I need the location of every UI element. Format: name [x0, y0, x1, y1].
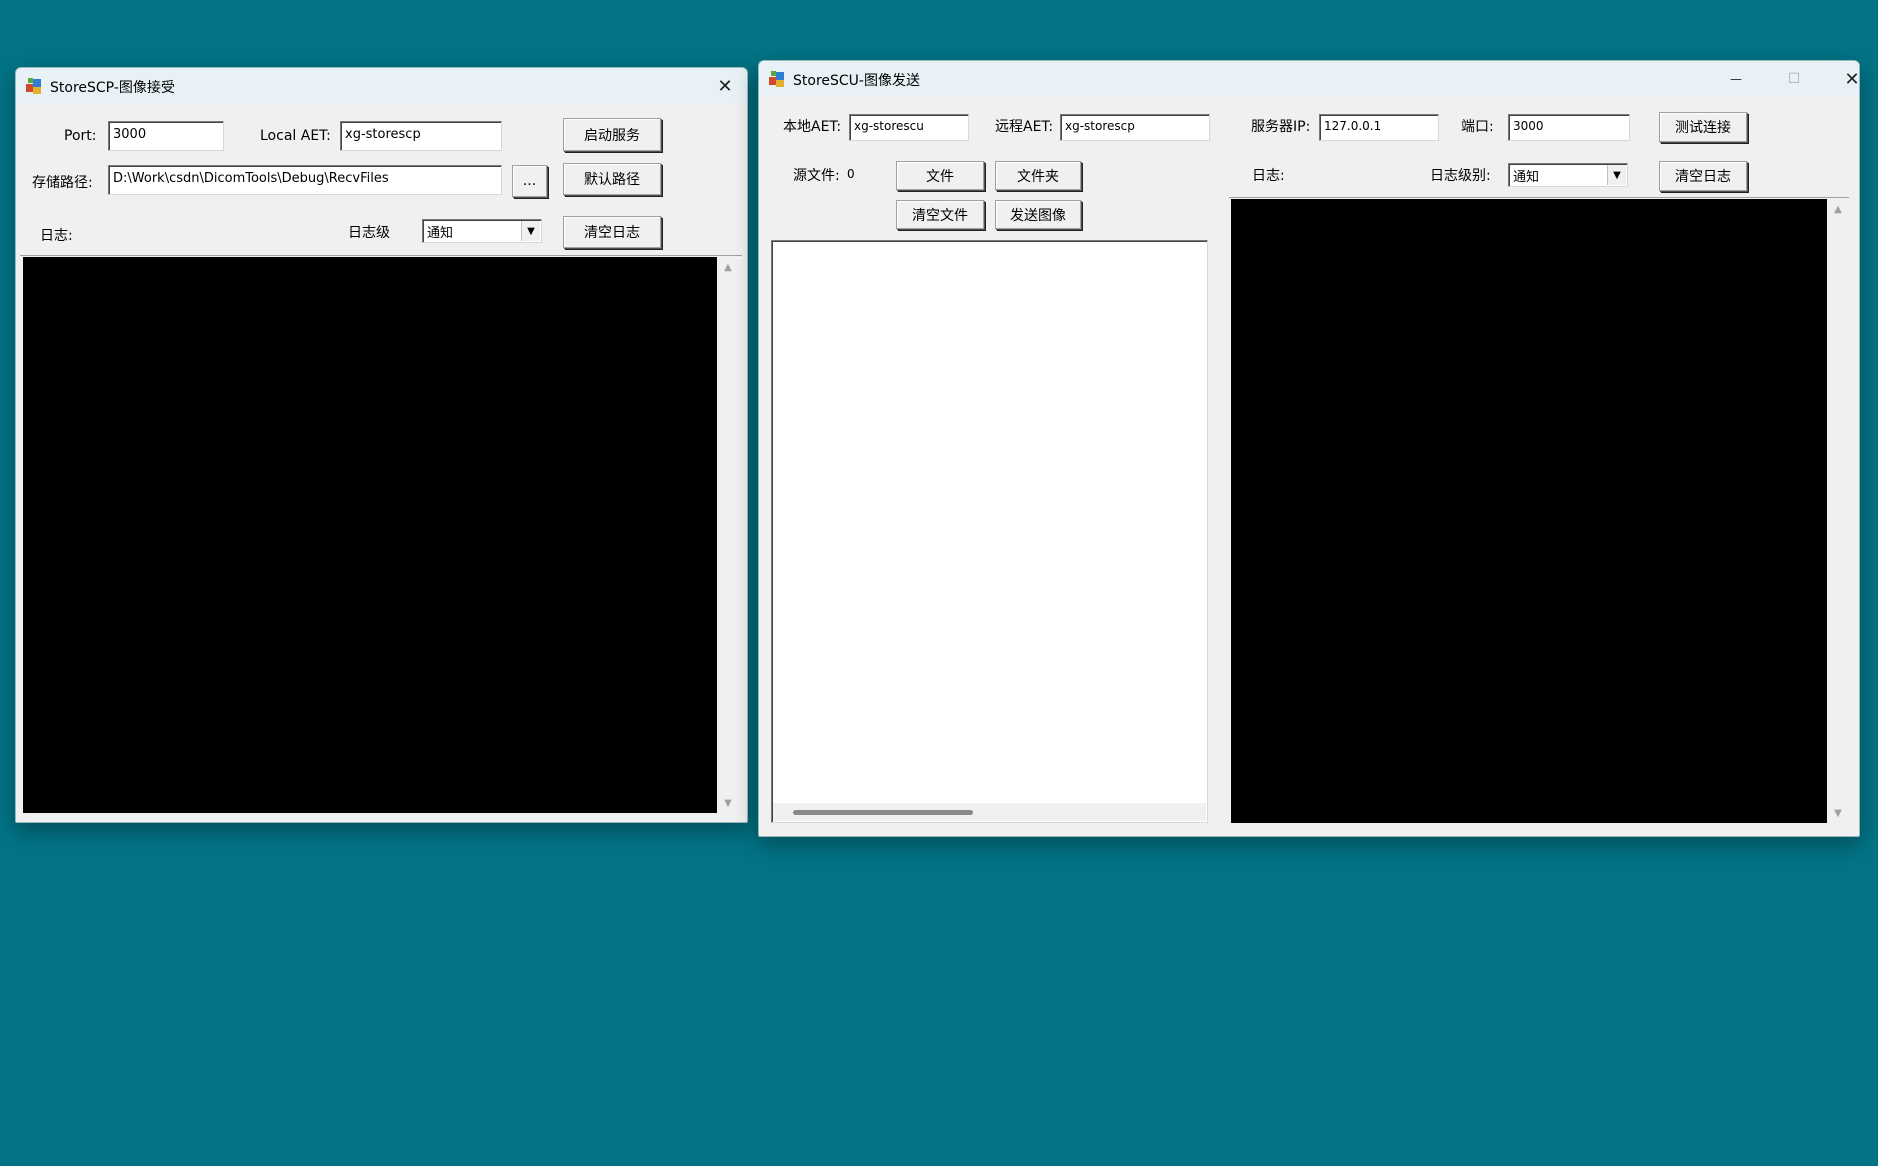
chevron-down-icon[interactable]: ▼	[1607, 165, 1626, 185]
source-files-count: 0	[847, 167, 855, 181]
scroll-up-icon[interactable]: ▲	[1829, 201, 1847, 217]
log-output[interactable]	[23, 257, 717, 813]
file-list-hscrollbar[interactable]	[773, 803, 1206, 821]
file-button[interactable]: 文件	[896, 161, 984, 190]
test-connection-button[interactable]: 测试连接	[1659, 112, 1747, 142]
log-level-value: 通知	[1513, 170, 1540, 185]
local-aet-input[interactable]: xg-storescp	[340, 121, 502, 151]
log-level-value: 通知	[427, 226, 454, 241]
close-icon[interactable]: ✕	[702, 68, 747, 104]
source-files-label: 源文件:	[793, 168, 840, 184]
log-level-select[interactable]: 通知 ▼	[1508, 163, 1628, 187]
log-level-select[interactable]: 通知 ▼	[422, 219, 542, 243]
close-icon[interactable]: ✕	[1829, 61, 1859, 97]
log-output[interactable]	[1231, 199, 1827, 823]
storage-path-label: 存储路径:	[32, 175, 93, 191]
chevron-down-icon[interactable]: ▼	[521, 221, 540, 241]
log-level-label: 日志级	[348, 225, 390, 241]
clear-files-button[interactable]: 清空文件	[896, 200, 984, 229]
start-service-button[interactable]: 启动服务	[563, 118, 661, 151]
log-scrollbar[interactable]: ▲ ▼	[719, 257, 737, 813]
default-path-button[interactable]: 默认路径	[563, 163, 661, 195]
maximize-icon[interactable]: ☐	[1771, 61, 1817, 97]
port-label: Port:	[64, 128, 97, 144]
window-title: StoreSCP-图像接受	[50, 80, 175, 96]
storescp-window: StoreSCP-图像接受 ✕ Port: 3000 Local AET: xg…	[15, 67, 748, 823]
server-ip-input[interactable]: 127.0.0.1	[1319, 114, 1439, 141]
port-input[interactable]: 3000	[108, 121, 224, 151]
storescp-titlebar[interactable]: StoreSCP-图像接受 ✕	[16, 68, 747, 104]
log-scrollbar[interactable]: ▲ ▼	[1829, 199, 1847, 823]
scroll-down-icon[interactable]: ▼	[1829, 805, 1847, 821]
source-file-list[interactable]	[771, 240, 1208, 823]
scroll-down-icon[interactable]: ▼	[719, 795, 737, 811]
log-level-label: 日志级别:	[1430, 168, 1491, 184]
remote-aet-input[interactable]: xg-storescp	[1060, 114, 1210, 141]
port-label: 端口:	[1461, 119, 1494, 135]
port-input[interactable]: 3000	[1508, 114, 1630, 141]
local-aet-input[interactable]: xg-storescu	[849, 114, 969, 141]
local-aet-label: 本地AET:	[783, 119, 842, 135]
app-icon	[26, 78, 41, 94]
storescu-titlebar[interactable]: StoreSCU-图像发送 — ☐ ✕	[759, 61, 1859, 97]
hscroll-thumb[interactable]	[793, 810, 973, 815]
local-aet-label: Local AET:	[260, 128, 331, 144]
browse-button[interactable]: ...	[512, 165, 547, 197]
log-label: 日志:	[1252, 168, 1285, 184]
log-label: 日志:	[40, 228, 73, 244]
storage-path-input[interactable]: D:\Work\csdn\DicomTools\Debug\RecvFiles	[108, 165, 502, 195]
minimize-icon[interactable]: —	[1713, 61, 1759, 97]
clear-log-button[interactable]: 清空日志	[563, 216, 661, 248]
scroll-up-icon[interactable]: ▲	[719, 259, 737, 275]
app-icon	[769, 71, 784, 87]
window-title: StoreSCU-图像发送	[793, 73, 920, 89]
send-images-button[interactable]: 发送图像	[995, 200, 1081, 229]
folder-button[interactable]: 文件夹	[995, 161, 1081, 190]
remote-aet-label: 远程AET:	[995, 119, 1054, 135]
clear-log-button[interactable]: 清空日志	[1659, 161, 1747, 191]
server-ip-label: 服务器IP:	[1251, 119, 1311, 135]
storescu-window: StoreSCU-图像发送 — ☐ ✕ 本地AET: xg-storescu 远…	[758, 60, 1860, 837]
